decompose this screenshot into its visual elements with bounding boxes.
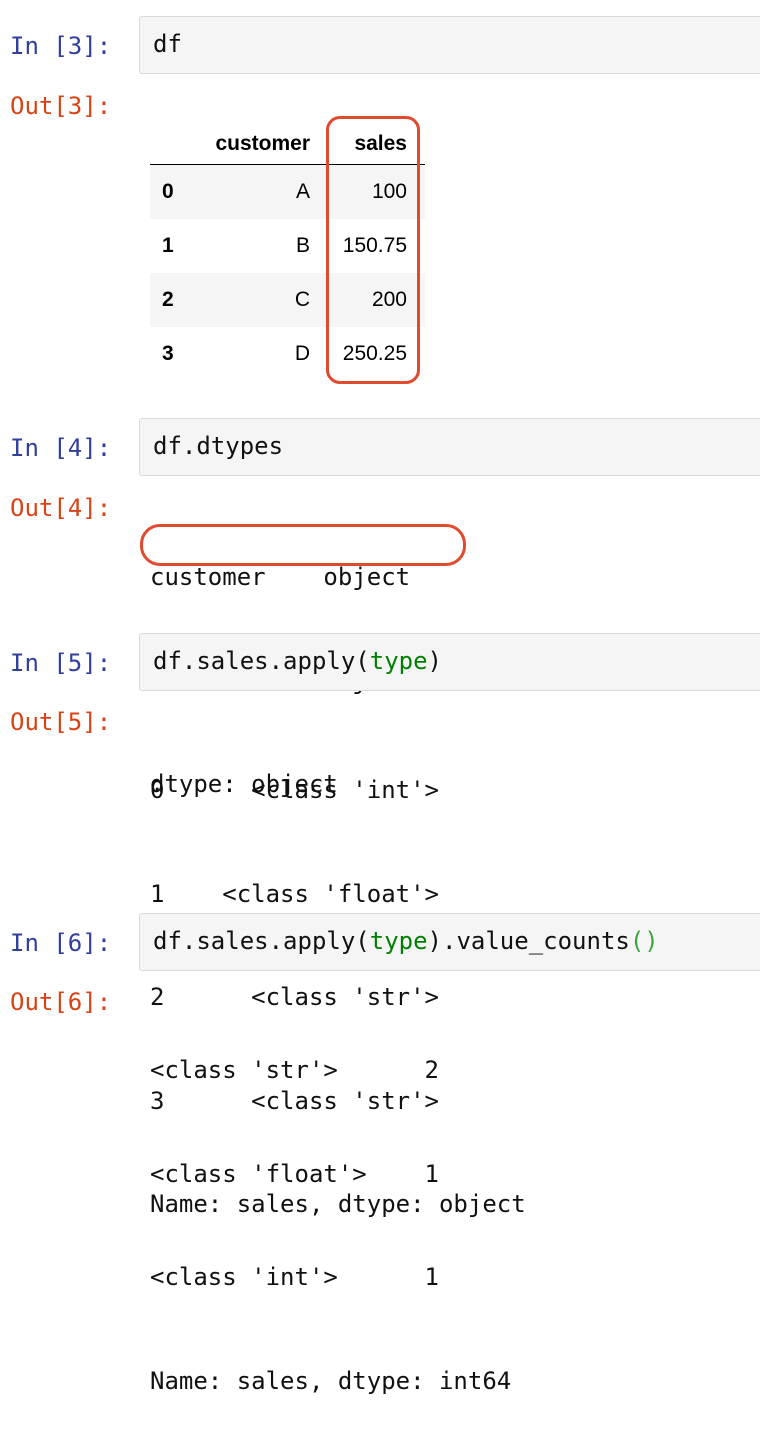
row-index: 1 — [162, 234, 174, 257]
code-input-6[interactable]: df.sales.apply(type).value_counts() — [139, 913, 760, 971]
sales-cell: 100 — [371, 180, 407, 203]
code-input-3[interactable]: df — [139, 16, 760, 74]
table-row: 2 C 200 — [150, 273, 425, 327]
code-text-3: df — [153, 30, 182, 58]
out-prompt-5: Out[5]: — [10, 708, 112, 736]
code-text-6: df.sales.apply(type).value_counts() — [153, 927, 659, 955]
output-line: customer object — [150, 563, 411, 591]
customer-cell: B — [295, 234, 310, 257]
table-header: customer sales — [150, 112, 425, 165]
row-index: 0 — [162, 180, 174, 203]
customer-cell: C — [294, 288, 310, 311]
column-header-customer: customer — [215, 132, 310, 155]
output-line: 1 <class 'float'> — [150, 879, 439, 908]
table-row: 0 A 100 — [150, 165, 425, 219]
output-line: 0 <class 'int'> — [150, 776, 439, 804]
code-text-5: df.sales.apply(type) — [153, 647, 442, 675]
output-line: Name: sales, dtype: int64 — [150, 1366, 512, 1395]
out-prompt-4: Out[4]: — [10, 494, 112, 522]
output-line: <class 'int'> 1 — [150, 1263, 439, 1291]
customer-cell: D — [294, 342, 310, 365]
sales-cell: 200 — [371, 288, 407, 311]
value-counts-output: <class 'str'> 2 <class 'float'> 1 <class… — [150, 984, 511, 1433]
customer-cell: A — [295, 180, 310, 203]
row-index: 3 — [162, 342, 174, 365]
output-line: <class 'str'> 2 — [150, 1056, 439, 1084]
in-prompt-4: In [4]: — [10, 434, 112, 462]
out-prompt-6: Out[6]: — [10, 988, 112, 1016]
sales-cell: 250.25 — [342, 342, 407, 365]
sales-cell: 150.75 — [342, 234, 407, 257]
code-text-4: df.dtypes — [153, 432, 284, 460]
in-prompt-3: In [3]: — [10, 32, 112, 60]
out-prompt-3: Out[3]: — [10, 92, 112, 120]
dataframe-table: customer sales 0 A 100 1 B 150.75 2 C 20… — [150, 112, 425, 381]
column-header-sales: sales — [354, 132, 407, 155]
table-row: 1 B 150.75 — [150, 219, 425, 273]
code-input-4[interactable]: df.dtypes — [139, 418, 760, 476]
output-line: <class 'float'> 1 — [150, 1159, 439, 1188]
in-prompt-5: In [5]: — [10, 649, 112, 677]
row-index: 2 — [162, 288, 174, 311]
code-input-5[interactable]: df.sales.apply(type) — [139, 633, 760, 691]
table-row: 3 D 250.25 — [150, 327, 425, 381]
in-prompt-6: In [6]: — [10, 929, 112, 957]
